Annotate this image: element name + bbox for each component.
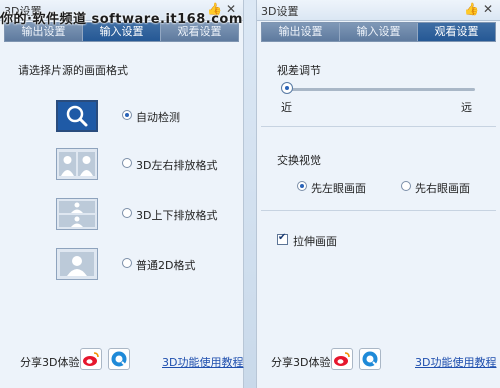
right-settings-panel: 3D设置 👍 ✕ 输出设置 输入设置 观看设置 视差调节 近 远 交换视觉 先左… bbox=[256, 0, 500, 388]
weibo-share-icon[interactable] bbox=[331, 348, 353, 370]
help-tutorial-link[interactable]: 3D功能使用教程 bbox=[162, 354, 243, 370]
parallax-section-title: 视差调节 bbox=[277, 64, 321, 77]
swap-option-right-first[interactable]: 先右眼画面 bbox=[401, 178, 491, 195]
panel-separator bbox=[244, 0, 256, 388]
option-label: 先左眼画面 bbox=[311, 182, 366, 195]
stretch-label: 拉伸画面 bbox=[293, 235, 337, 248]
option-label: 先右眼画面 bbox=[415, 182, 470, 195]
far-label: 远 bbox=[461, 101, 472, 114]
radio-auto-detect[interactable] bbox=[122, 110, 132, 120]
format-option-top-bottom[interactable]: 3D上下排放格式 bbox=[0, 198, 244, 232]
swap-option-left-first[interactable]: 先左眼画面 bbox=[297, 178, 387, 195]
right-titlebar: 3D设置 👍 ✕ bbox=[257, 0, 500, 21]
section-divider bbox=[261, 210, 496, 211]
radio-side-by-side[interactable] bbox=[122, 158, 132, 168]
right-footer: 分享3D体验： 3D功能使用教程 bbox=[257, 348, 500, 372]
parallax-slider-track[interactable] bbox=[285, 88, 475, 91]
near-label: 近 bbox=[281, 101, 292, 114]
format-section-title: 请选择片源的画面格式 bbox=[18, 64, 128, 77]
qq-share-icon[interactable] bbox=[359, 348, 381, 370]
format-option-side-by-side[interactable]: 3D左右排放格式 bbox=[0, 148, 244, 182]
stretch-option[interactable]: 拉伸画面 bbox=[277, 232, 397, 248]
watermark-text: 你的·软件频道 software.it168.com bbox=[0, 12, 243, 27]
close-icon[interactable]: ✕ bbox=[481, 2, 495, 16]
weibo-share-icon[interactable] bbox=[80, 348, 102, 370]
magnifier-icon[interactable] bbox=[56, 100, 98, 132]
tab-output-settings[interactable]: 输出设置 bbox=[262, 23, 340, 41]
tab-view-settings[interactable]: 观看设置 bbox=[418, 23, 495, 41]
single-person-icon[interactable] bbox=[56, 248, 98, 280]
radio-normal-2d[interactable] bbox=[122, 258, 132, 268]
option-label: 3D上下排放格式 bbox=[136, 209, 218, 222]
side-by-side-icon[interactable] bbox=[56, 148, 98, 180]
swap-view-section-title: 交换视觉 bbox=[277, 154, 321, 167]
tab-input-settings[interactable]: 输入设置 bbox=[340, 23, 418, 41]
format-option-2d[interactable]: 普通2D格式 bbox=[0, 248, 244, 282]
top-bottom-icon[interactable] bbox=[56, 198, 98, 230]
section-divider bbox=[261, 126, 496, 127]
radio-top-bottom[interactable] bbox=[122, 208, 132, 218]
left-settings-panel: 3D设置 👍 ✕ 输出设置 输入设置 观看设置 请选择片源的画面格式 自动检测 bbox=[0, 0, 244, 388]
right-tab-bar: 输出设置 输入设置 观看设置 bbox=[261, 22, 496, 42]
stretch-checkbox[interactable] bbox=[277, 232, 288, 245]
parallax-slider-handle[interactable] bbox=[281, 82, 293, 94]
qq-share-icon[interactable] bbox=[108, 348, 130, 370]
format-option-auto[interactable]: 自动检测 bbox=[0, 100, 244, 134]
radio-left-eye-first[interactable] bbox=[297, 181, 307, 191]
help-tutorial-link[interactable]: 3D功能使用教程 bbox=[415, 354, 496, 370]
option-label: 3D左右排放格式 bbox=[136, 159, 218, 172]
thumbs-up-icon[interactable]: 👍 bbox=[464, 2, 479, 16]
option-label: 自动检测 bbox=[136, 111, 180, 124]
left-footer: 分享3D体验： 3D功能使用教程 bbox=[0, 348, 244, 372]
right-window-title: 3D设置 bbox=[261, 5, 299, 18]
option-label: 普通2D格式 bbox=[136, 259, 196, 272]
radio-right-eye-first[interactable] bbox=[401, 181, 411, 191]
